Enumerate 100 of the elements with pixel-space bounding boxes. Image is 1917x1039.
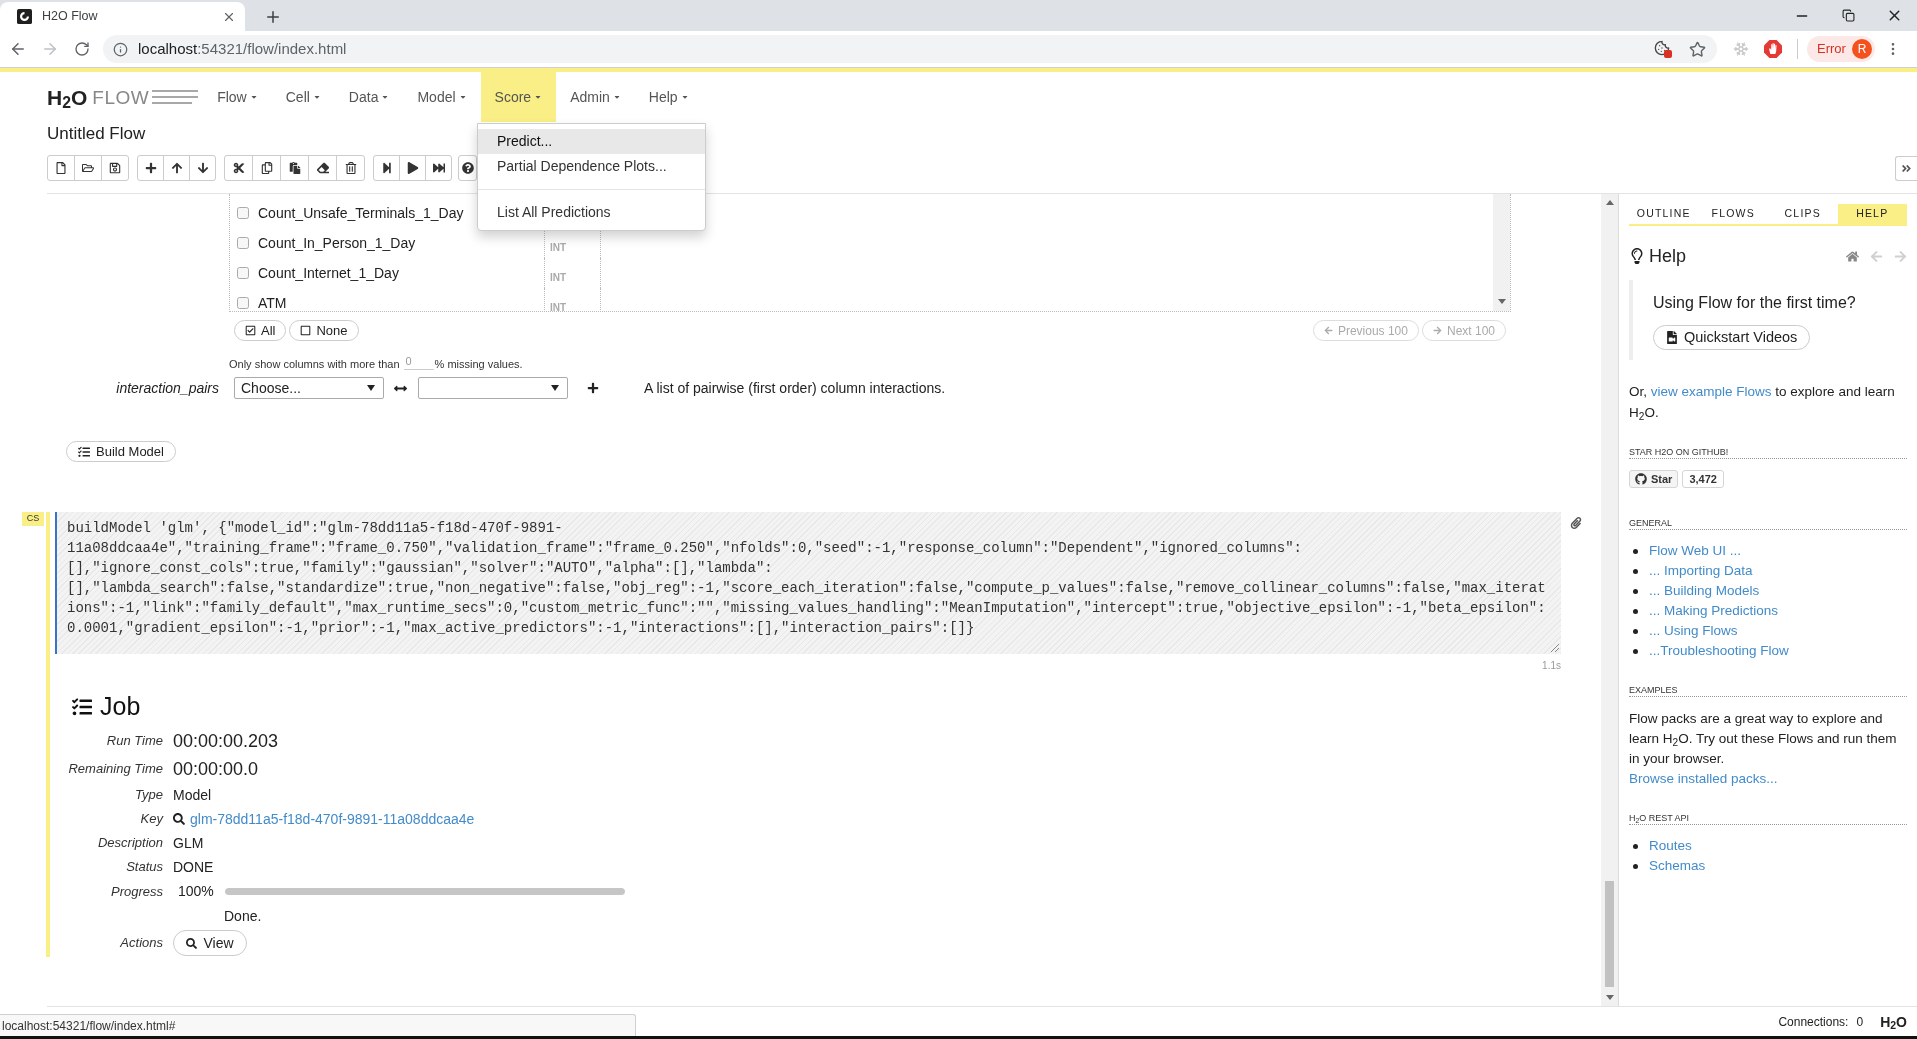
field-label: Run Time <box>106 732 163 751</box>
video-file-icon <box>1666 331 1678 344</box>
code-line: ions":-1,"link":"family_default","max_runtime_secs":0,"custom_metric_func":"","missing_values_handling":"MeanImputation","intercept":true,"objective_epsilon":-1,"beta_epsilon": <box>67 599 1546 618</box>
key-link[interactable]: glm-78dd11a5-f18d-470f-9891-11a08ddcaa4e <box>190 808 475 830</box>
select-none-button[interactable]: None <box>289 320 359 341</box>
column-type: INT <box>550 302 567 311</box>
panel-tab[interactable]: FLOWS <box>1698 204 1768 224</box>
info-icon[interactable] <box>113 41 128 57</box>
toolbar-button[interactable] <box>373 155 400 181</box>
trash-icon <box>344 162 357 174</box>
toolbar-button[interactable] <box>308 155 337 181</box>
example-flows-link[interactable]: view example Flows <box>1650 384 1772 399</box>
help-link[interactable]: ... Using Flows <box>1649 620 1738 642</box>
toolbar-button[interactable] <box>74 155 102 181</box>
toolbar-button[interactable] <box>252 155 281 181</box>
select-all-button[interactable]: All <box>234 320 287 341</box>
eraser-icon <box>316 162 329 174</box>
browser-tab[interactable]: H2O Flow <box>0 2 245 31</box>
help-link[interactable]: ... Building Models <box>1649 580 1760 602</box>
toolbar-button[interactable] <box>399 155 426 181</box>
checkbox[interactable] <box>237 207 249 219</box>
menu-option[interactable]: Partial Dependence Plots... <box>478 154 705 179</box>
list-icon <box>78 445 91 458</box>
toolbar-button[interactable] <box>280 155 309 181</box>
panel-tab[interactable]: HELP <box>1837 204 1907 224</box>
bookmark-star-icon[interactable] <box>1689 40 1706 58</box>
field-label: Actions <box>120 934 163 953</box>
toolbar-button[interactable] <box>137 155 164 181</box>
column-select[interactable]: Choose... <box>234 377 384 399</box>
back-icon[interactable] <box>9 40 27 58</box>
scroll-down-icon[interactable] <box>1497 299 1506 304</box>
caret-icon <box>249 93 258 101</box>
list-icon <box>70 697 94 717</box>
quickstart-videos-button[interactable]: Quickstart Videos <box>1653 325 1811 350</box>
double-chevron-icon <box>1901 162 1912 174</box>
toolbar-button[interactable] <box>224 155 253 181</box>
toolbar-button[interactable] <box>47 155 75 181</box>
toolbar-button[interactable] <box>189 155 216 181</box>
profile-button[interactable]: Error R <box>1807 36 1875 62</box>
scroll-up-icon[interactable] <box>1605 200 1614 205</box>
field-label: Description <box>97 834 163 853</box>
collapse-panel-button[interactable] <box>1895 155 1917 181</box>
arrow-right-icon <box>1432 326 1442 335</box>
home-icon[interactable] <box>1846 249 1859 263</box>
examples-text: Flow packs are a great way to explore and learn H$_{2}$O. Try out these Flows and run them in your browser. <box>1629 710 1898 768</box>
github-star-button[interactable]: Star <box>1629 470 1679 488</box>
save-icon <box>109 162 121 174</box>
restore-icon[interactable] <box>1841 9 1855 22</box>
help-link[interactable]: Flow Web UI ... <box>1649 540 1742 562</box>
help-link[interactable]: ...Troubleshooting Flow <box>1649 640 1789 662</box>
cell-type-badge: CS <box>22 512 44 526</box>
code-line: buildModel 'glm', {"model_id":"glm-78dd11a5-f18d-470f-9891- <box>67 519 563 538</box>
paperclip-icon[interactable] <box>1570 517 1582 529</box>
menu-item[interactable]: Score <box>480 72 557 122</box>
field-label: Status <box>126 858 163 877</box>
bullet-icon <box>1633 548 1638 554</box>
toolbar-button[interactable] <box>336 155 365 181</box>
toolbar-button[interactable] <box>163 155 190 181</box>
bullet-icon <box>1633 843 1638 849</box>
logo-name: FLOW <box>92 87 150 107</box>
scissors-icon <box>232 162 245 174</box>
panel-tab[interactable]: CLIPS <box>1768 204 1838 224</box>
resize-handle-icon[interactable] <box>1551 644 1559 652</box>
column-type: INT <box>550 242 567 253</box>
address-bar[interactable]: localhost:54321/flow/index.html <box>103 35 1717 63</box>
checkbox[interactable] <box>237 267 249 279</box>
step-forward-icon <box>380 162 393 174</box>
intro-question: Using Flow for the first time? <box>1653 293 1857 313</box>
menu-item[interactable]: Help <box>634 72 703 122</box>
menu-option[interactable]: Predict... <box>478 129 705 154</box>
menu-item[interactable]: Cell <box>271 72 335 122</box>
job-title: Job <box>100 691 141 723</box>
menu-item[interactable]: Flow <box>203 72 272 122</box>
toolbar-button[interactable] <box>458 155 477 181</box>
help-link[interactable]: Routes <box>1649 835 1692 857</box>
help-link[interactable]: Schemas <box>1649 855 1706 877</box>
build-model-button[interactable]: Build Model <box>66 441 176 462</box>
help-link[interactable]: ... Making Predictions <box>1649 600 1779 622</box>
panel-tab[interactable]: OUTLINE <box>1629 204 1699 224</box>
browse-packs-link[interactable]: Browse installed packs... <box>1629 769 1778 789</box>
scroll-down-icon[interactable] <box>1605 995 1614 1000</box>
toolbar-button[interactable] <box>425 155 452 181</box>
toolbar-button[interactable] <box>101 155 129 181</box>
menu-item[interactable]: Model <box>403 72 481 122</box>
menu-item[interactable]: Data <box>334 72 404 122</box>
checkbox[interactable] <box>237 237 249 249</box>
copy-icon <box>260 162 273 174</box>
view-button[interactable]: View <box>173 930 247 956</box>
menu-option[interactable]: List All Predictions <box>478 200 705 225</box>
reload-icon[interactable] <box>74 41 90 57</box>
checkbox[interactable] <box>237 297 249 309</box>
caret-icon <box>367 385 375 391</box>
hand-stop-icon[interactable] <box>1764 40 1782 58</box>
add-icon[interactable] <box>587 382 599 394</box>
menu-item[interactable]: Admin <box>556 72 635 122</box>
field-value: 00:00:00.0 <box>173 757 259 781</box>
cookie-blocked-icon[interactable] <box>1654 40 1672 58</box>
help-link[interactable]: ... Importing Data <box>1649 560 1753 582</box>
code-editor[interactable] <box>55 512 1561 654</box>
scrollbar-thumb[interactable] <box>1605 881 1614 987</box>
